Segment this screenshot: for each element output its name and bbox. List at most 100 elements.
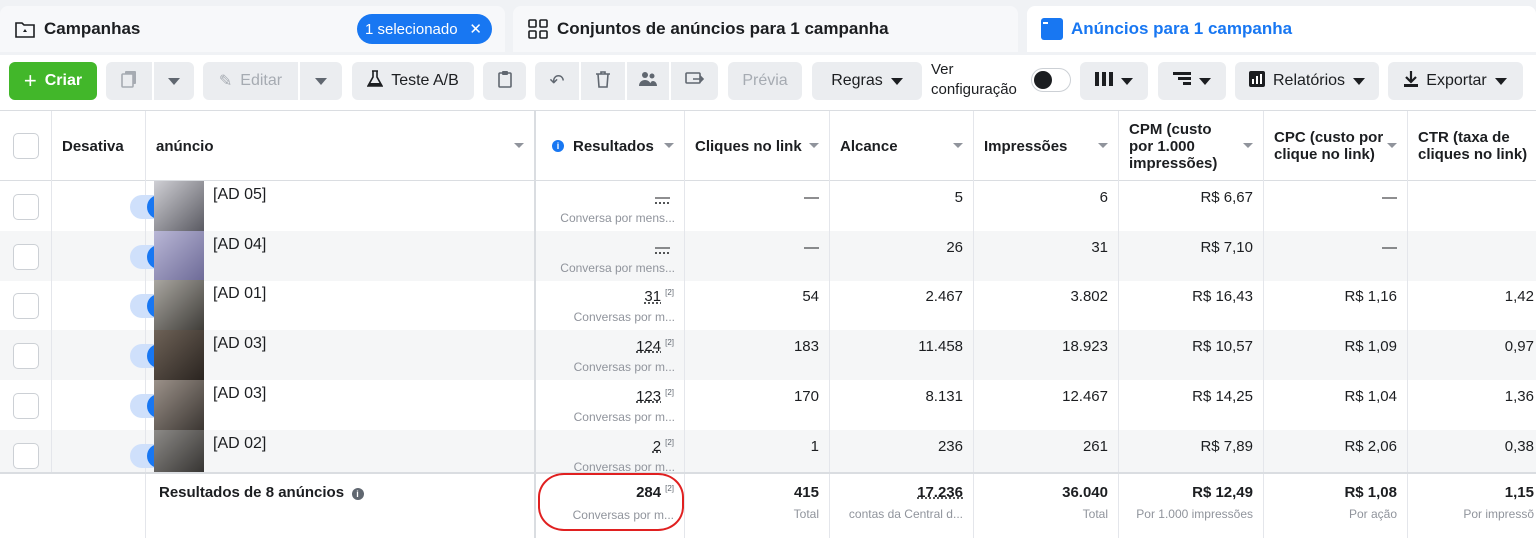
- rules-button[interactable]: Regras: [812, 62, 922, 100]
- row-checkbox[interactable]: [13, 243, 39, 270]
- results-sup: [2]: [665, 437, 674, 447]
- header-clicks[interactable]: Cliques no link: [685, 111, 830, 181]
- share-button[interactable]: [671, 62, 718, 100]
- tab-campaigns[interactable]: Campanhas 1 selecionado ✕: [0, 6, 505, 52]
- flask-icon: [366, 69, 384, 93]
- header-ctr-line2: cliques no link): [1418, 146, 1528, 163]
- table-row[interactable]: [AD 03] 124 [2] Conversas por m... 183 11.458…: [0, 330, 1536, 381]
- sort-icon[interactable]: [809, 143, 819, 148]
- header-status-label: Desativa: [62, 137, 124, 155]
- view-config-line2: configuração: [931, 81, 1017, 98]
- select-cell: [0, 379, 52, 430]
- impressions-value: 3.802: [1070, 288, 1108, 306]
- select-all-checkbox[interactable]: [13, 133, 39, 159]
- cpm-value: R$ 7,10: [1200, 238, 1253, 256]
- info-icon[interactable]: i: [351, 488, 364, 500]
- clicks-value: 183: [793, 338, 819, 356]
- columns-button[interactable]: [1080, 62, 1148, 100]
- close-icon[interactable]: ✕: [469, 20, 482, 38]
- clicks-value: —: [804, 189, 819, 206]
- header-reach-label: Alcance: [840, 137, 898, 155]
- header-impressions[interactable]: Impressões: [974, 111, 1119, 181]
- impressions-cell: 18.923: [974, 330, 1119, 381]
- toggle-knob: [1034, 71, 1052, 89]
- reports-button[interactable]: Relatórios: [1235, 62, 1379, 100]
- table-row[interactable]: [AD 03] 123 [2] Conversas por m... 170 8.131 1…: [0, 379, 1536, 430]
- create-button[interactable]: + Criar: [9, 62, 97, 100]
- ad-name[interactable]: [AD 04]: [213, 236, 266, 254]
- ad-name[interactable]: [AD 03]: [213, 385, 266, 403]
- ab-test-button[interactable]: Teste A/B: [352, 62, 474, 100]
- ctr-value: 0,38: [1504, 437, 1534, 455]
- cpm-cell: R$ 16,43: [1119, 280, 1264, 331]
- tab-adsets[interactable]: Conjuntos de anúncios para 1 campanha: [513, 6, 1018, 52]
- status-cell: [52, 379, 172, 430]
- row-checkbox[interactable]: [13, 194, 39, 220]
- clipboard-button[interactable]: [483, 62, 526, 100]
- tab-ads[interactable]: Anúncios para 1 campanha: [1027, 6, 1536, 52]
- totals-cpc-sub: Por ação: [1348, 507, 1397, 521]
- tab-campaigns-label: Campanhas: [44, 19, 141, 38]
- sort-icon[interactable]: [1243, 143, 1253, 148]
- edit-dropdown[interactable]: [300, 62, 342, 100]
- plus-icon: +: [23, 68, 37, 93]
- view-config-line1: Ver: [931, 61, 954, 78]
- totals-label-cell: Resultados de 8 anúncios i: [146, 474, 536, 538]
- header-cpm-line3: impressões): [1129, 155, 1218, 172]
- sort-icon[interactable]: [664, 143, 674, 148]
- status-cell: [52, 330, 172, 381]
- ctr-cell: 0,97: [1408, 330, 1536, 380]
- results-sub: Conversas por m...: [573, 360, 675, 375]
- cpc-cell: —: [1264, 181, 1408, 231]
- audience-button[interactable]: [627, 62, 669, 100]
- chevron-down-icon: [1199, 77, 1211, 85]
- table-row[interactable]: [AD 04] — Conversa por mens... — 26 31 R$ 7,10…: [0, 230, 1536, 281]
- impressions-cell: 12.467: [974, 379, 1119, 430]
- cpc-cell: R$ 1,16: [1264, 280, 1408, 331]
- table-row[interactable]: [AD 01] 31 [2] Conversas por m... 54 2.467 3.8…: [0, 280, 1536, 331]
- status-cell: [52, 181, 172, 231]
- export-button[interactable]: Exportar: [1388, 62, 1523, 100]
- sort-icon[interactable]: [514, 143, 524, 148]
- ad-name[interactable]: [AD 05]: [213, 186, 266, 204]
- download-icon: [1404, 70, 1419, 92]
- table-row[interactable]: [AD 05] — Conversa por mens... — 5 6 R$ 6,67 —: [0, 181, 1536, 231]
- select-cell: [0, 230, 52, 281]
- duplicate-button[interactable]: [106, 62, 152, 100]
- header-status[interactable]: Desativa: [52, 111, 146, 181]
- preview-button[interactable]: Prévia: [728, 62, 802, 100]
- view-config-toggle[interactable]: [1031, 68, 1071, 92]
- edit-button[interactable]: ✎ Editar: [203, 62, 298, 100]
- totals-cpm-sub: Por 1.000 impressões: [1136, 507, 1253, 521]
- sort-icon[interactable]: [1098, 143, 1108, 148]
- sort-icon[interactable]: [953, 143, 963, 148]
- impressions-cell: 31: [974, 230, 1119, 281]
- row-checkbox[interactable]: [13, 392, 39, 419]
- header-cpm[interactable]: CPM (custo por 1.000 impressões): [1119, 111, 1264, 181]
- reach-value: 236: [937, 437, 963, 455]
- results-cell: 31 [2] Conversas por m...: [536, 280, 685, 331]
- row-checkbox[interactable]: [13, 343, 39, 370]
- ad-name[interactable]: [AD 01]: [213, 285, 266, 303]
- grid-icon: [527, 18, 549, 40]
- cpc-value: R$ 2,06: [1344, 437, 1397, 455]
- header-cpc[interactable]: CPC (custo por clique no link): [1264, 111, 1408, 181]
- ad-name[interactable]: [AD 03]: [213, 335, 266, 353]
- reach-cell: 8.131: [830, 379, 974, 430]
- row-checkbox[interactable]: [13, 442, 39, 469]
- duplicate-dropdown[interactable]: [154, 62, 194, 100]
- delete-button[interactable]: [581, 62, 625, 100]
- ads-window-icon: [1041, 18, 1063, 40]
- header-ad[interactable]: anúncio: [146, 111, 536, 181]
- breakdown-button[interactable]: [1158, 62, 1226, 100]
- sort-icon[interactable]: [1387, 143, 1397, 148]
- chevron-down-icon: [1121, 77, 1133, 85]
- undo-button[interactable]: ↶: [535, 62, 579, 100]
- header-results[interactable]: i Resultados: [536, 111, 685, 181]
- selected-pill[interactable]: 1 selecionado ✕: [357, 14, 492, 44]
- header-reach[interactable]: Alcance: [830, 111, 974, 181]
- ad-name[interactable]: [AD 02]: [213, 435, 266, 453]
- header-ctr[interactable]: CTR (taxa de cliques no link): [1408, 111, 1536, 181]
- results-sup: [2]: [665, 387, 674, 397]
- row-checkbox[interactable]: [13, 293, 39, 320]
